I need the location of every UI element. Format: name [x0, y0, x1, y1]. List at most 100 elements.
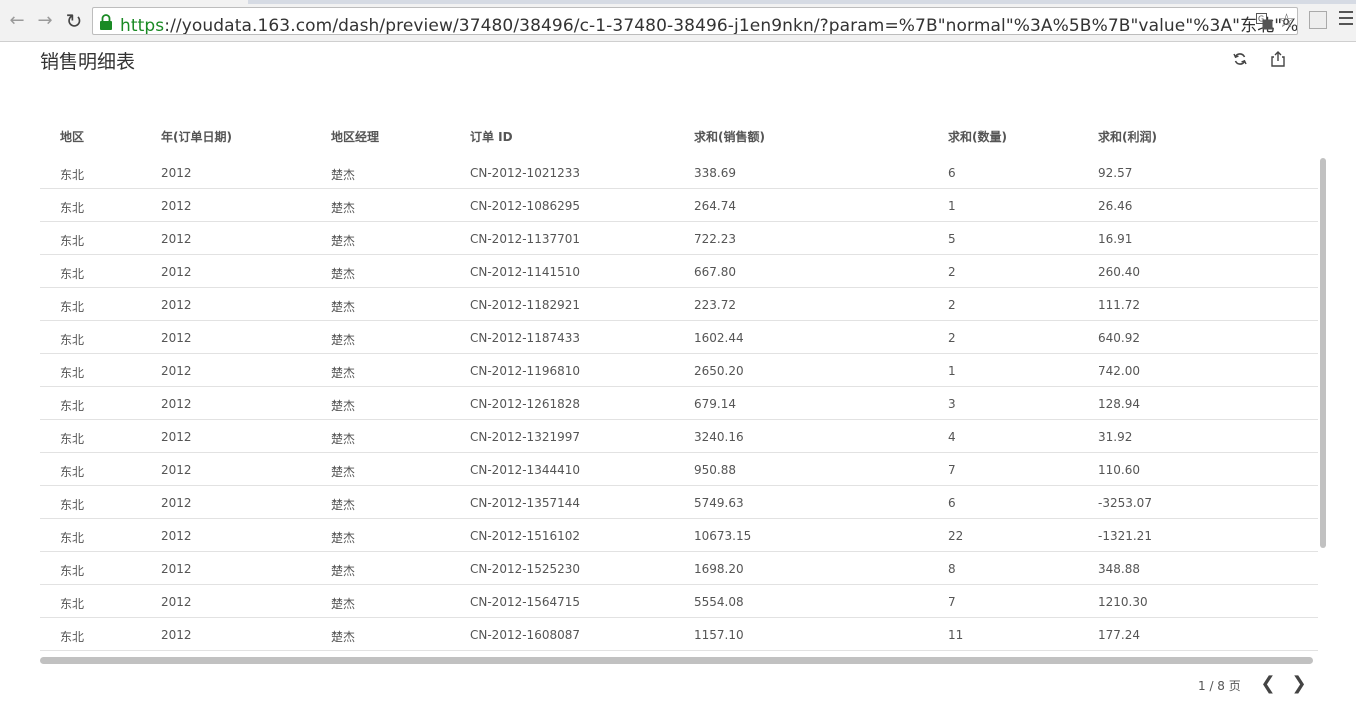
cell-region: 东北: [60, 597, 85, 611]
translate-icon[interactable]: G: [1256, 13, 1273, 30]
column-header-order-year[interactable]: 年(订单日期): [161, 128, 232, 145]
cell-profit-sum: 111.72: [1098, 298, 1140, 312]
table-row[interactable]: 东北 2012 楚杰 CN-2012-1564715 5554.08 7 1210.30: [40, 585, 1318, 618]
table-row[interactable]: 东北 2012 楚杰 CN-2012-1021233 338.69 6 92.57: [40, 156, 1318, 189]
cell-quantity-sum: 4: [948, 430, 956, 444]
cell-quantity-sum: 6: [948, 496, 956, 510]
cell-region-manager: 楚杰: [331, 366, 356, 380]
cell-region-manager: 楚杰: [331, 399, 356, 413]
cell-profit-sum: 110.60: [1098, 463, 1140, 477]
cell-quantity-sum: 8: [948, 562, 956, 576]
cell-order-id: CN-2012-1516102: [470, 529, 580, 543]
table-row[interactable]: 东北 2012 楚杰 CN-2012-1608087 1157.10 11 177.24: [40, 618, 1318, 651]
cell-order-id: CN-2012-1261828: [470, 397, 580, 411]
table-row[interactable]: 东北 2012 楚杰 CN-2012-1196810 2650.20 1 742.00: [40, 354, 1318, 387]
horizontal-scrollbar[interactable]: [40, 657, 1313, 664]
cell-region-manager: 楚杰: [331, 564, 356, 578]
svg-text:G: G: [1258, 15, 1264, 24]
url-rest: ://youdata.163.com/dash/preview/37480/38…: [164, 16, 1298, 35]
cell-region-manager: 楚杰: [331, 234, 356, 248]
url-scheme: https: [120, 16, 165, 35]
cell-sales-sum: 679.14: [694, 397, 736, 411]
column-header-region-manager[interactable]: 地区经理: [331, 128, 379, 145]
refresh-icon[interactable]: [1232, 51, 1248, 67]
cell-profit-sum: 348.88: [1098, 562, 1140, 576]
chevron-left-icon[interactable]: ❮: [1260, 674, 1276, 694]
cell-profit-sum: 177.24: [1098, 628, 1140, 642]
cell-quantity-sum: 5: [948, 232, 956, 246]
cell-profit-sum: 640.92: [1098, 331, 1140, 345]
cell-order-id: CN-2012-1137701: [470, 232, 580, 246]
cell-sales-sum: 223.72: [694, 298, 736, 312]
column-header-quantity-sum[interactable]: 求和(数量): [948, 128, 1007, 145]
cell-profit-sum: 16.91: [1098, 232, 1133, 246]
cell-sales-sum: 3240.16: [694, 430, 744, 444]
cell-order-year: 2012: [161, 628, 192, 642]
cell-sales-sum: 722.23: [694, 232, 736, 246]
vertical-scrollbar[interactable]: [1320, 158, 1326, 548]
cell-region: 东北: [60, 168, 85, 182]
column-header-order-id[interactable]: 订单 ID: [470, 128, 513, 145]
extension-icon[interactable]: [1309, 11, 1327, 29]
cell-sales-sum: 10673.15: [694, 529, 752, 543]
cell-profit-sum: -3253.07: [1098, 496, 1152, 510]
cell-region-manager: 楚杰: [331, 333, 356, 347]
table-row[interactable]: 东北 2012 楚杰 CN-2012-1344410 950.88 7 110.60: [40, 453, 1318, 486]
table-row[interactable]: 东北 2012 楚杰 CN-2012-1321997 3240.16 4 31.92: [40, 420, 1318, 453]
cell-sales-sum: 2650.20: [694, 364, 744, 378]
cell-region-manager: 楚杰: [331, 201, 356, 215]
export-icon[interactable]: [1270, 51, 1286, 67]
cell-region-manager: 楚杰: [331, 498, 356, 512]
cell-sales-sum: 1157.10: [694, 628, 744, 642]
cell-region: 东北: [60, 267, 85, 281]
cell-profit-sum: 742.00: [1098, 364, 1140, 378]
hamburger-menu-icon[interactable]: [1339, 11, 1353, 29]
cell-profit-sum: 260.40: [1098, 265, 1140, 279]
cell-quantity-sum: 2: [948, 298, 956, 312]
cell-order-year: 2012: [161, 298, 192, 312]
cell-sales-sum: 1602.44: [694, 331, 744, 345]
page-indicator: 1 / 8 页: [1198, 679, 1241, 693]
chevron-right-icon[interactable]: ❯: [1291, 674, 1307, 694]
column-header-profit-sum[interactable]: 求和(利润): [1098, 128, 1157, 145]
table-body: 东北 2012 楚杰 CN-2012-1021233 338.69 6 92.57 东北 201…: [40, 156, 1318, 651]
cell-region: 东北: [60, 300, 85, 314]
table-row[interactable]: 东北 2012 楚杰 CN-2012-1141510 667.80 2 260.40: [40, 255, 1318, 288]
cell-sales-sum: 264.74: [694, 199, 736, 213]
cell-order-id: CN-2012-1021233: [470, 166, 580, 180]
table-row[interactable]: 东北 2012 楚杰 CN-2012-1525230 1698.20 8 348.88: [40, 552, 1318, 585]
address-bar[interactable]: https://youdata.163.com/dash/preview/374…: [92, 7, 1298, 35]
table-row[interactable]: 东北 2012 楚杰 CN-2012-1182921 223.72 2 111.72: [40, 288, 1318, 321]
active-tab[interactable]: [0, 0, 248, 4]
cell-region: 东北: [60, 531, 85, 545]
table-row[interactable]: 东北 2012 楚杰 CN-2012-1261828 679.14 3 128.94: [40, 387, 1318, 420]
table-row[interactable]: 东北 2012 楚杰 CN-2012-1137701 722.23 5 16.91: [40, 222, 1318, 255]
cell-region-manager: 楚杰: [331, 597, 356, 611]
cell-profit-sum: 92.57: [1098, 166, 1133, 180]
cell-order-id: CN-2012-1086295: [470, 199, 580, 213]
cell-order-year: 2012: [161, 265, 192, 279]
forward-icon[interactable]: →: [34, 10, 56, 32]
table-row[interactable]: 东北 2012 楚杰 CN-2012-1357144 5749.63 6 -3253.07: [40, 486, 1318, 519]
column-header-sales-sum[interactable]: 求和(销售额): [694, 128, 765, 145]
column-header-region[interactable]: 地区: [60, 128, 84, 145]
cell-region: 东北: [60, 630, 85, 644]
cell-profit-sum: 1210.30: [1098, 595, 1148, 609]
cell-region: 东北: [60, 333, 85, 347]
star-icon[interactable]: ☆: [1278, 10, 1295, 32]
reload-icon[interactable]: ↻: [63, 10, 85, 32]
cell-sales-sum: 1698.20: [694, 562, 744, 576]
cell-region: 东北: [60, 201, 85, 215]
cell-order-id: CN-2012-1608087: [470, 628, 580, 642]
table-row[interactable]: 东北 2012 楚杰 CN-2012-1187433 1602.44 2 640.92: [40, 321, 1318, 354]
cell-order-id: CN-2012-1525230: [470, 562, 580, 576]
cell-quantity-sum: 2: [948, 265, 956, 279]
cell-order-year: 2012: [161, 562, 192, 576]
table-row[interactable]: 东北 2012 楚杰 CN-2012-1516102 10673.15 22 -1321.2…: [40, 519, 1318, 552]
back-icon[interactable]: ←: [6, 10, 28, 32]
browser-toolbar: ← → ↻ https://youdata.163.com/dash/previ…: [0, 0, 1356, 42]
cell-order-year: 2012: [161, 595, 192, 609]
table-row[interactable]: 东北 2012 楚杰 CN-2012-1086295 264.74 1 26.46: [40, 189, 1318, 222]
cell-order-year: 2012: [161, 529, 192, 543]
cell-order-id: CN-2012-1344410: [470, 463, 580, 477]
